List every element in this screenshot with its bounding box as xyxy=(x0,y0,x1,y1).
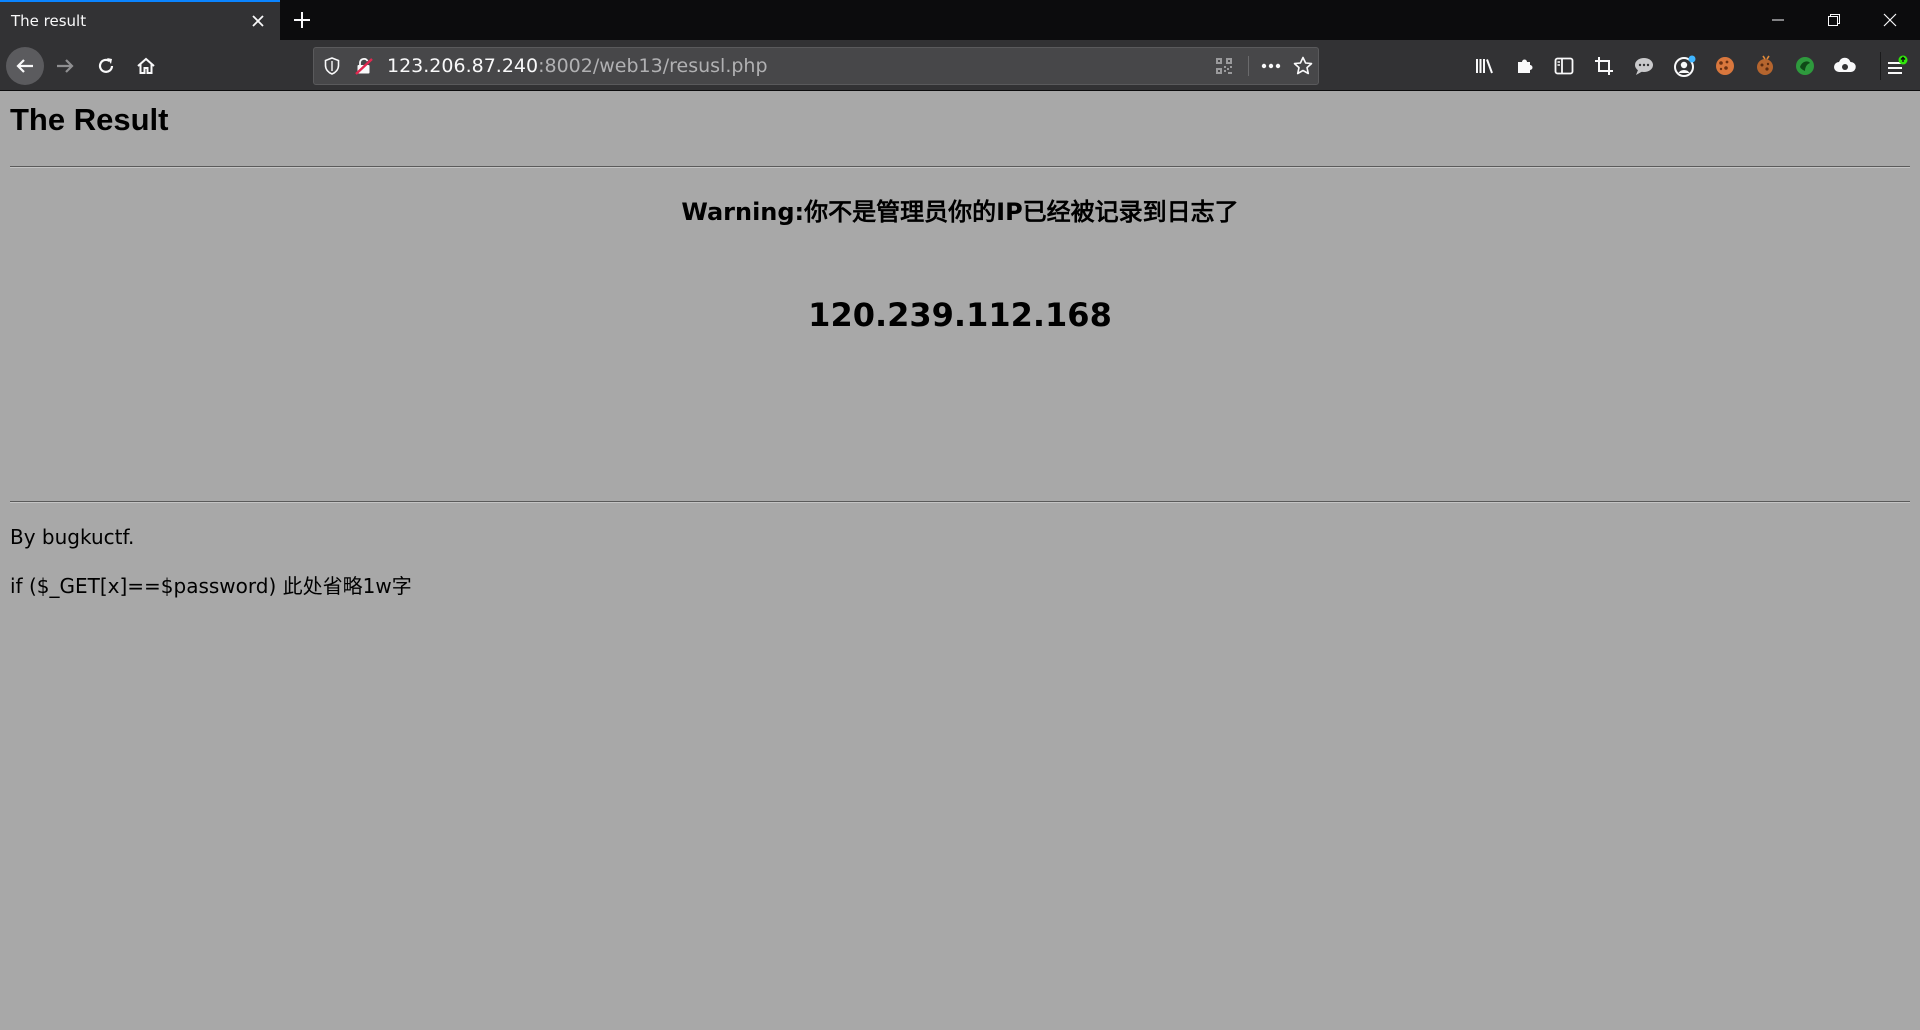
url-path: :8002/web13/resusl.php xyxy=(538,55,768,77)
green-extension-icon[interactable] xyxy=(1790,51,1820,81)
qr-code-icon[interactable] xyxy=(1212,54,1236,78)
library-icon[interactable] xyxy=(1470,51,1500,81)
reload-button[interactable] xyxy=(87,47,125,85)
forward-button[interactable] xyxy=(46,47,84,85)
toolbar-separator xyxy=(1880,52,1881,80)
back-button[interactable] xyxy=(6,47,44,85)
url-bar[interactable]: 123.206.87.240:8002/web13/resusl.php xyxy=(313,47,1319,85)
tab-title: The result xyxy=(11,12,87,30)
crop-icon[interactable] xyxy=(1589,51,1619,81)
plus-icon[interactable] xyxy=(286,4,318,36)
broken-lock-icon[interactable] xyxy=(352,54,376,78)
profile-extension-icon[interactable] xyxy=(1670,51,1700,81)
hamburger-icon[interactable] xyxy=(1882,51,1912,81)
cookie-icon[interactable] xyxy=(1710,51,1740,81)
code-hint: if ($_GET[x]==$password) 此处省略1w字 xyxy=(10,574,412,598)
window-close-icon[interactable] xyxy=(1862,0,1918,40)
puzzle-icon[interactable] xyxy=(1510,51,1540,81)
more-icon[interactable] xyxy=(1254,52,1288,80)
cloud-sync-icon[interactable] xyxy=(1830,51,1860,81)
home-icon xyxy=(137,57,155,74)
sidebar-icon[interactable] xyxy=(1549,51,1579,81)
shield-icon[interactable] xyxy=(320,54,344,78)
reload-icon xyxy=(98,58,114,73)
restore-icon[interactable] xyxy=(1806,0,1862,40)
byline: By bugkuctf. xyxy=(10,525,135,549)
divider-top xyxy=(10,166,1910,168)
url-separator xyxy=(1248,56,1249,76)
chat-icon[interactable] xyxy=(1629,51,1659,81)
page-content: The Result Warning:你不是管理员你的IP已经被记录到日志了 1… xyxy=(0,92,1920,1030)
page-title: The Result xyxy=(10,102,169,137)
cookie-editor-icon[interactable] xyxy=(1750,51,1780,81)
url-host: 123.206.87.240 xyxy=(387,55,539,77)
divider-bottom xyxy=(10,501,1910,503)
nav-toolbar: 123.206.87.240:8002/web13/resusl.php xyxy=(0,40,1920,91)
home-button[interactable] xyxy=(127,47,165,85)
minimize-icon[interactable] xyxy=(1750,0,1806,40)
warning-message: Warning:你不是管理员你的IP已经被记录到日志了 xyxy=(681,198,1239,226)
close-icon[interactable] xyxy=(242,5,274,37)
tab-the-result[interactable]: The result xyxy=(0,0,280,40)
arrow-left-icon xyxy=(16,59,33,73)
ip-address: 120.239.112.168 xyxy=(808,296,1112,334)
url-text[interactable]: 123.206.87.240:8002/web13/resusl.php xyxy=(387,48,768,84)
arrow-right-icon xyxy=(57,59,74,73)
star-icon[interactable] xyxy=(1288,52,1318,80)
tab-strip: The result xyxy=(0,0,1920,40)
